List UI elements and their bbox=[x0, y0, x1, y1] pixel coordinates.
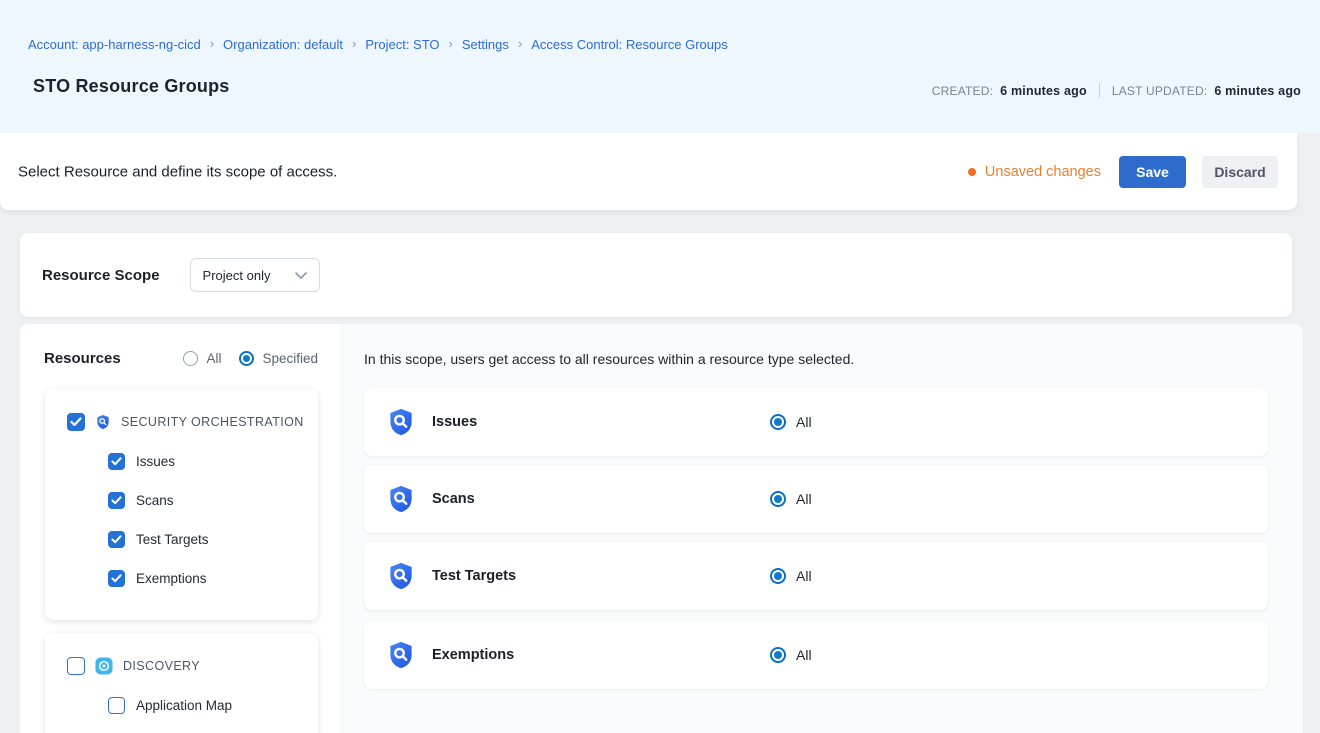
radio-selected-icon[interactable] bbox=[770, 647, 786, 663]
checkbox-label-test-targets: Test Targets bbox=[136, 532, 209, 547]
radio-selected-icon[interactable] bbox=[770, 491, 786, 507]
radio-selected-icon[interactable] bbox=[770, 414, 786, 430]
radio-all[interactable]: All bbox=[183, 351, 221, 366]
radio-selected-icon[interactable] bbox=[239, 351, 254, 366]
checkbox-issues-checked[interactable] bbox=[108, 453, 125, 470]
breadcrumb-item-account[interactable]: Account: app-harness-ng-cicd bbox=[28, 37, 201, 52]
resource-scope-card: Resource Scope Project only bbox=[20, 233, 1292, 317]
radio-specified[interactable]: Specified bbox=[239, 351, 318, 366]
group-row-security-orchestration[interactable]: SECURITY ORCHESTRATION bbox=[45, 389, 318, 431]
resource-card-title: Issues bbox=[432, 414, 477, 430]
resource-group-discovery: DISCOVERY Application Map bbox=[45, 633, 318, 733]
checkbox-row-test-targets[interactable]: Test Targets bbox=[108, 531, 318, 548]
access-radio-group-test-targets[interactable]: All bbox=[770, 568, 812, 584]
resources-sidebar-header: Resources All Specified bbox=[44, 350, 318, 367]
unsaved-changes-text: Unsaved changes bbox=[985, 164, 1101, 180]
scope-selected-value: Project only bbox=[203, 268, 271, 283]
unsaved-changes-dot-icon bbox=[968, 168, 976, 176]
chevron-right-icon: › bbox=[449, 37, 453, 50]
access-all-label: All bbox=[796, 491, 812, 507]
radio-specified-label: Specified bbox=[262, 351, 318, 366]
save-button[interactable]: Save bbox=[1119, 156, 1186, 188]
checkbox-exemptions-checked[interactable] bbox=[108, 570, 125, 587]
group-row-discovery[interactable]: DISCOVERY bbox=[45, 633, 318, 675]
access-radio-group-scans[interactable]: All bbox=[770, 491, 812, 507]
timestamps: CREATED: 6 minutes ago LAST UPDATED: 6 m… bbox=[932, 83, 1301, 98]
chevron-right-icon: › bbox=[518, 37, 522, 50]
resource-card-test-targets: Test Targets All bbox=[364, 542, 1268, 610]
checkbox-test-targets-checked[interactable] bbox=[108, 531, 125, 548]
shield-search-icon bbox=[386, 407, 416, 437]
checkbox-scans-checked[interactable] bbox=[108, 492, 125, 509]
radio-all-label: All bbox=[206, 351, 221, 366]
shield-search-icon bbox=[386, 561, 416, 591]
access-all-label: All bbox=[796, 568, 812, 584]
breadcrumb: Account: app-harness-ng-cicd › Organizat… bbox=[28, 37, 728, 52]
resources-mode-radios: All Specified bbox=[183, 351, 318, 366]
radar-target-icon bbox=[95, 657, 113, 675]
checkbox-row-scans[interactable]: Scans bbox=[108, 492, 318, 509]
resource-card-title: Test Targets bbox=[432, 568, 516, 584]
last-updated-label: LAST UPDATED: bbox=[1112, 84, 1208, 98]
chevron-right-icon: › bbox=[210, 37, 214, 50]
page-title: STO Resource Groups bbox=[33, 76, 230, 97]
group-label-discovery: DISCOVERY bbox=[123, 659, 200, 673]
action-toolbar: Select Resource and define its scope of … bbox=[0, 133, 1297, 210]
access-radio-group-exemptions[interactable]: All bbox=[770, 647, 812, 663]
resources-sidebar: Resources All Specified bbox=[20, 324, 340, 733]
page-header: Account: app-harness-ng-cicd › Organizat… bbox=[0, 0, 1320, 133]
access-all-label: All bbox=[796, 414, 812, 430]
shield-search-icon bbox=[386, 640, 416, 670]
created-value: 6 minutes ago bbox=[1000, 84, 1087, 98]
access-radio-group-issues[interactable]: All bbox=[770, 414, 812, 430]
checkbox-label-exemptions: Exemptions bbox=[136, 571, 207, 586]
breadcrumb-item-access-control[interactable]: Access Control: Resource Groups bbox=[531, 37, 728, 52]
breadcrumb-item-organization[interactable]: Organization: default bbox=[223, 37, 343, 52]
shield-search-icon bbox=[386, 484, 416, 514]
toolbar-description: Select Resource and define its scope of … bbox=[18, 163, 337, 180]
discard-button[interactable]: Discard bbox=[1202, 156, 1278, 188]
chevron-right-icon: › bbox=[352, 37, 356, 50]
breadcrumb-item-settings[interactable]: Settings bbox=[462, 37, 509, 52]
created-label: CREATED: bbox=[932, 84, 993, 98]
scope-select-dropdown[interactable]: Project only bbox=[190, 258, 320, 292]
resource-card-title: Scans bbox=[432, 491, 475, 507]
chevron-down-icon bbox=[295, 272, 307, 279]
resource-card-scans: Scans All bbox=[364, 465, 1268, 533]
resource-group-security-orchestration: SECURITY ORCHESTRATION Issues Scans Test… bbox=[45, 389, 318, 620]
checkbox-discovery-unchecked[interactable] bbox=[67, 657, 85, 675]
last-updated-value: 6 minutes ago bbox=[1214, 84, 1301, 98]
group-label-security-orchestration: SECURITY ORCHESTRATION bbox=[121, 415, 304, 429]
radio-selected-icon[interactable] bbox=[770, 568, 786, 584]
resource-card-exemptions: Exemptions All bbox=[364, 621, 1268, 689]
breadcrumb-item-project[interactable]: Project: STO bbox=[365, 37, 439, 52]
shield-search-icon bbox=[95, 414, 111, 430]
scope-description: In this scope, users get access to all r… bbox=[364, 351, 854, 367]
checkbox-row-application-map[interactable]: Application Map bbox=[108, 697, 318, 714]
checkbox-security-orchestration-checked[interactable] bbox=[67, 413, 85, 431]
resource-card-issues: Issues All bbox=[364, 388, 1268, 456]
resource-selection-area: Resources All Specified bbox=[20, 324, 1303, 733]
checkbox-label-scans: Scans bbox=[136, 493, 174, 508]
checkbox-row-issues[interactable]: Issues bbox=[108, 453, 318, 470]
resource-scope-label: Resource Scope bbox=[42, 267, 160, 284]
meta-divider bbox=[1099, 83, 1100, 98]
checkbox-row-exemptions[interactable]: Exemptions bbox=[108, 570, 318, 587]
checkbox-label-issues: Issues bbox=[136, 454, 175, 469]
toolbar-actions: Unsaved changes Save Discard bbox=[968, 156, 1278, 188]
radio-unselected-icon[interactable] bbox=[183, 351, 198, 366]
access-all-label: All bbox=[796, 647, 812, 663]
resources-title: Resources bbox=[44, 350, 121, 367]
resource-card-title: Exemptions bbox=[432, 647, 514, 663]
checkbox-label-application-map: Application Map bbox=[136, 698, 232, 713]
checkbox-application-map-unchecked[interactable] bbox=[108, 697, 125, 714]
